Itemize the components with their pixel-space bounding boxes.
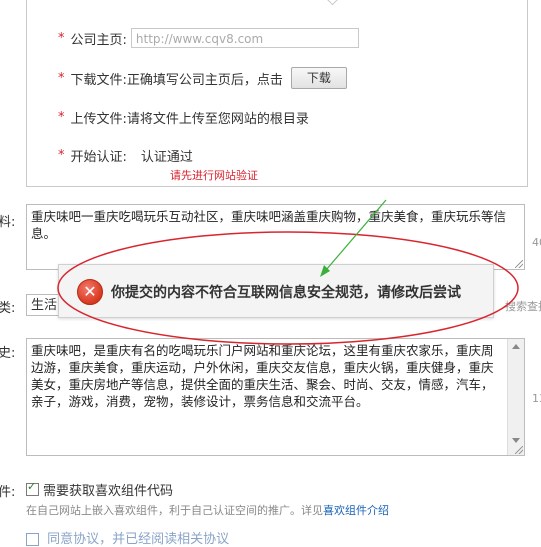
annotation-arrow-line (325, 199, 387, 271)
annotation-overlay (57, 199, 519, 345)
highlight-ellipse (57, 231, 519, 345)
